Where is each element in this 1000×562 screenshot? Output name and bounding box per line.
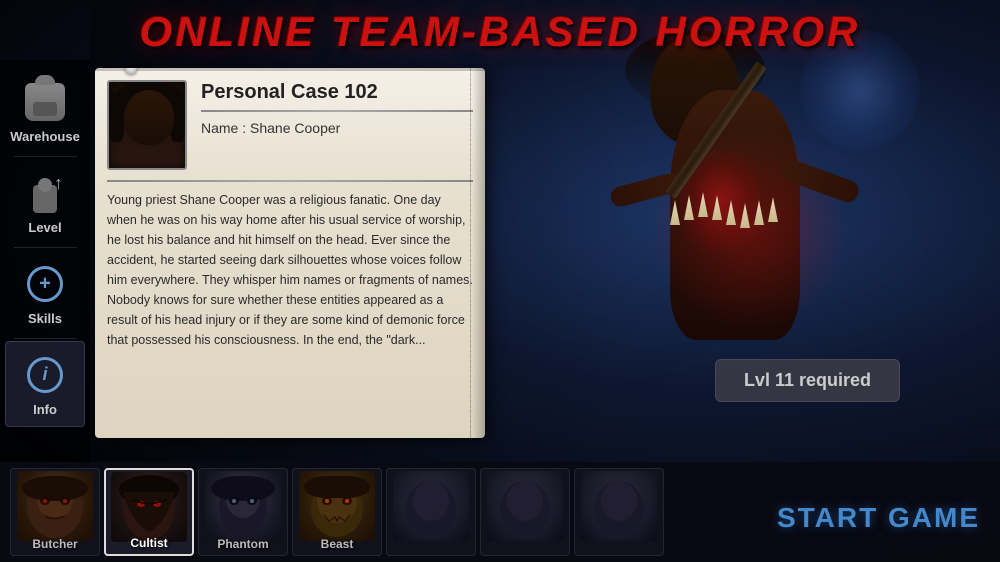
case-title-area: Personal Case 102 Name : Shane Cooper (201, 80, 473, 140)
char-face-7 (581, 471, 657, 541)
sidebar-divider-1 (14, 156, 77, 157)
char-slot-cultist[interactable]: Cultist (104, 468, 194, 556)
case-body-divider (107, 180, 473, 182)
char-face-cultist (111, 472, 187, 542)
page-title: ONLINE TEAM-BASED HORROR (0, 8, 1000, 56)
warehouse-icon (22, 79, 68, 125)
case-header: Personal Case 102 Name : Shane Cooper (107, 80, 473, 170)
case-title: Personal Case 102 (201, 80, 473, 104)
sidebar-label-info: Info (33, 402, 57, 417)
case-card: Personal Case 102 Name : Shane Cooper Yo… (95, 68, 485, 438)
char-face-butcher (17, 471, 93, 541)
case-portrait (107, 80, 187, 170)
sidebar-divider-3 (14, 338, 77, 339)
char-label-phantom: Phantom (217, 537, 268, 551)
sidebar-divider-2 (14, 247, 77, 248)
char-slot-5[interactable] (386, 468, 476, 556)
char-label-cultist: Cultist (130, 536, 167, 550)
char-label-beast: Beast (321, 537, 354, 551)
monster-spikes (660, 200, 810, 260)
char-face-5 (393, 471, 469, 541)
sidebar-item-skills[interactable]: + Skills (5, 250, 85, 336)
sidebar-item-warehouse[interactable]: Warehouse (5, 68, 85, 154)
torn-edge (470, 68, 485, 438)
char-face-beast (299, 471, 375, 541)
case-name: Name : Shane Cooper (201, 120, 473, 136)
char-slot-butcher[interactable]: Butcher (10, 468, 100, 556)
level-required-badge: Lvl 11 required (715, 359, 900, 402)
sidebar-label-warehouse: Warehouse (10, 129, 80, 144)
case-pin (125, 68, 137, 74)
char-slot-phantom[interactable]: Phantom (198, 468, 288, 556)
sidebar-label-skills: Skills (28, 311, 62, 326)
sidebar-label-level: Level (28, 220, 61, 235)
char-slot-6[interactable] (480, 468, 570, 556)
sidebar-item-level[interactable]: ↑ Level (5, 159, 85, 245)
level-icon: ↑ (22, 170, 68, 216)
char-face-6 (487, 471, 563, 541)
portrait-hair-left (109, 92, 124, 142)
char-face-phantom (205, 471, 281, 541)
char-slot-7[interactable] (574, 468, 664, 556)
start-game-button[interactable]: START GAME (777, 502, 980, 534)
case-body-text: Young priest Shane Cooper was a religiou… (107, 190, 473, 350)
info-icon: i (22, 352, 68, 398)
character-bar: Butcher Cultist (0, 462, 1000, 562)
skills-icon: + (22, 261, 68, 307)
sidebar-item-info[interactable]: i Info (5, 341, 85, 427)
char-slot-beast[interactable]: Beast (292, 468, 382, 556)
char-label-butcher: Butcher (32, 537, 77, 551)
case-divider (201, 110, 473, 112)
sidebar: Warehouse ↑ Level + Skills i (0, 60, 90, 462)
portrait-face (124, 90, 174, 145)
